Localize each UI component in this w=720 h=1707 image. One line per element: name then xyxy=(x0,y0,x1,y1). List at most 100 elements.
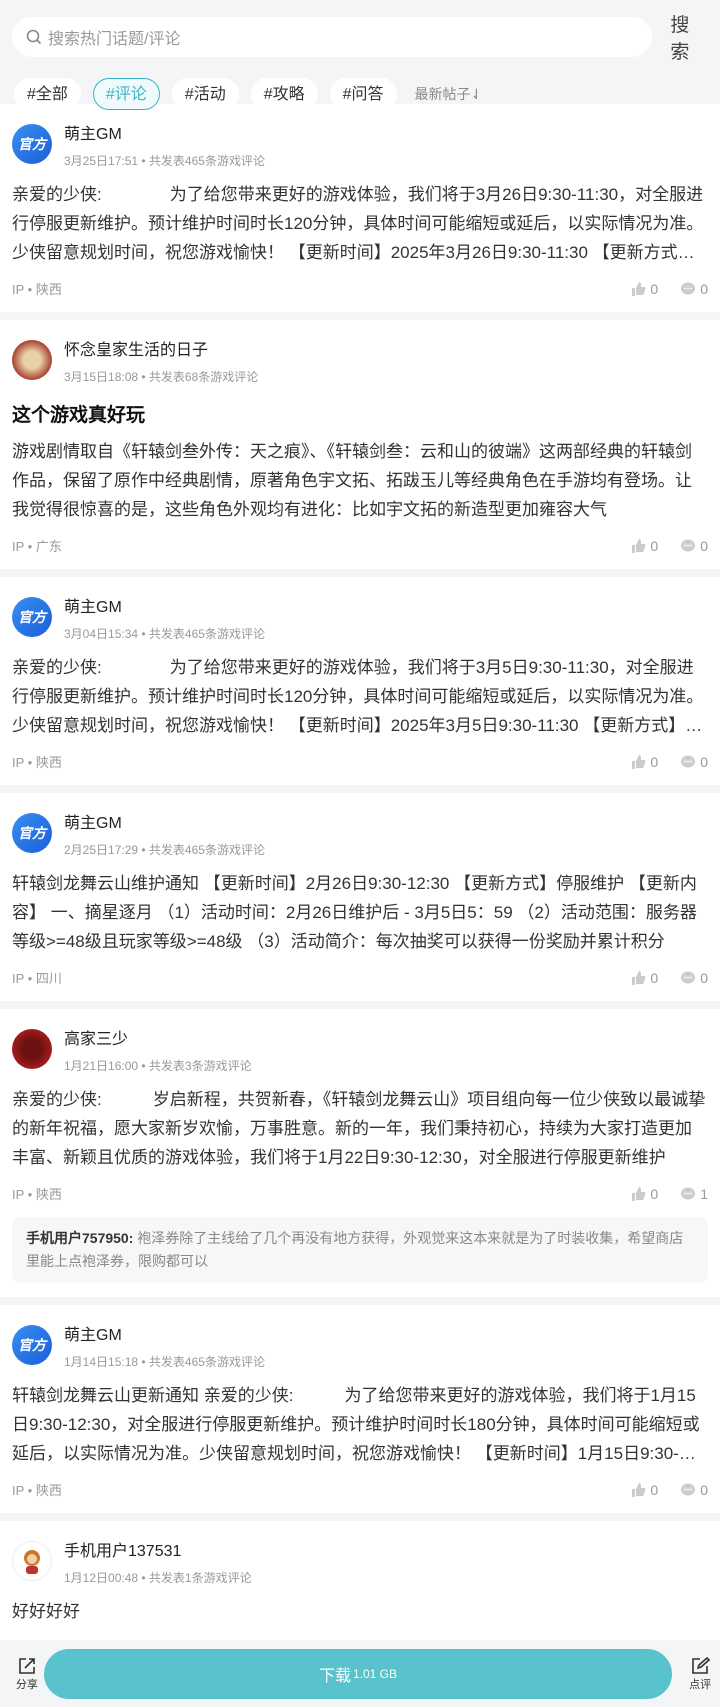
like-button[interactable]: 0 xyxy=(630,754,658,770)
comment-count: 0 xyxy=(700,537,708,554)
tag-qa[interactable]: #问答 xyxy=(329,78,397,110)
edit-icon xyxy=(692,1656,711,1674)
comment-button[interactable]: 0 xyxy=(680,970,708,986)
thumbs-up-icon xyxy=(632,1482,646,1497)
review-button[interactable]: 点评 xyxy=(680,1656,720,1692)
post-meta: 3月04日15:34 • 共发表465条游戏评论 xyxy=(64,626,265,641)
post-content[interactable]: 亲爱的少侠: 为了给您带来更好的游戏体验，我们将于3月5日9:30-11:30，… xyxy=(12,653,708,740)
ip-location: IP • 陕西 xyxy=(12,755,62,770)
search-placeholder: 搜索热门话题/评论 xyxy=(48,31,181,48)
tag-all[interactable]: #全部 xyxy=(14,78,81,110)
search-row: 搜索热门话题/评论 搜索 xyxy=(12,10,708,64)
tag-review[interactable]: #评论 xyxy=(92,78,160,110)
post-feed: 官方 萌主GM 3月25日17:51 • 共发表465条游戏评论 亲爱的少侠: … xyxy=(0,104,720,1640)
search-button[interactable]: 搜索 xyxy=(670,10,708,64)
post-card[interactable]: 官方 萌主GM 1月14日15:18 • 共发表465条游戏评论 轩辕剑龙舞云山… xyxy=(0,1305,720,1513)
author-name[interactable]: 萌主GM xyxy=(64,593,265,617)
post-footer: IP • 陕西 0 0 xyxy=(12,752,708,771)
avatar[interactable]: 官方 xyxy=(12,124,52,164)
comment-count: 0 xyxy=(700,280,708,297)
post-card[interactable]: 手机用户137531 1月12日00:48 • 共发表1条游戏评论 好好好好 xyxy=(0,1521,720,1640)
post-author: 官方 萌主GM 3月25日17:51 • 共发表465条游戏评论 xyxy=(12,118,708,170)
post-meta: 1月14日15:18 • 共发表465条游戏评论 xyxy=(64,1354,265,1369)
thumbs-up-icon xyxy=(632,1186,646,1201)
comment-count: 0 xyxy=(700,969,708,986)
post-content[interactable]: 亲爱的少侠: 岁启新程，共贺新春，《轩辕剑龙舞云山》项目组向每一位少侠致以最诚挚… xyxy=(12,1085,708,1172)
like-button[interactable]: 0 xyxy=(630,1482,658,1498)
post-footer: IP • 广东 0 0 xyxy=(12,536,708,555)
post-author: 怀念皇家生活的日子 3月15日18:08 • 共发表68条游戏评论 xyxy=(12,334,708,386)
comment-button[interactable]: 0 xyxy=(680,281,708,297)
comment-button[interactable]: 0 xyxy=(680,754,708,770)
comment-count: 1 xyxy=(700,1185,708,1202)
author-name[interactable]: 萌主GM xyxy=(64,120,265,144)
monkey-avatar-icon xyxy=(24,1550,40,1574)
post-footer: IP • 陕西 0 0 xyxy=(12,279,708,298)
post-content[interactable]: 轩辕剑龙舞云山更新通知 亲爱的少侠: 为了给您带来更好的游戏体验，我们将于1月1… xyxy=(12,1381,708,1468)
comment-icon xyxy=(681,971,696,983)
post-content[interactable]: 游戏剧情取自《轩辕剑叁外传：天之痕》、《轩辕剑叁：云和山的彼端》这两部经典的轩辕… xyxy=(12,437,708,524)
post-card[interactable]: 官方 萌主GM 3月25日17:51 • 共发表465条游戏评论 亲爱的少侠: … xyxy=(0,104,720,312)
author-name[interactable]: 手机用户137531 xyxy=(64,1537,252,1561)
post-footer: IP • 四川 0 0 xyxy=(12,968,708,987)
post-author: 官方 萌主GM 3月04日15:34 • 共发表465条游戏评论 xyxy=(12,591,708,643)
like-count: 0 xyxy=(650,969,659,986)
post-card[interactable]: 官方 萌主GM 2月25日17:29 • 共发表465条游戏评论 轩辕剑龙舞云山… xyxy=(0,793,720,1001)
comment-icon xyxy=(681,1187,696,1199)
post-content[interactable]: 亲爱的少侠: 为了给您带来更好的游戏体验，我们将于3月26日9:30-11:30… xyxy=(12,180,708,267)
avatar[interactable]: 官方 xyxy=(12,1325,52,1365)
tag-bar: #全部 #评论 #活动 #攻略 #问答 最新帖子⇃ xyxy=(12,78,708,110)
post-author: 高家三少 1月21日16:00 • 共发表3条游戏评论 xyxy=(12,1023,708,1075)
like-count: 0 xyxy=(650,1185,659,1202)
like-button[interactable]: 0 xyxy=(630,970,658,986)
post-content[interactable]: 好好好好 xyxy=(12,1597,708,1626)
search-input[interactable]: 搜索热门话题/评论 xyxy=(12,17,653,57)
post-card[interactable]: 高家三少 1月21日16:00 • 共发表3条游戏评论 亲爱的少侠: 岁启新程，… xyxy=(0,1009,720,1297)
like-count: 0 xyxy=(650,753,659,770)
ip-location: IP • 陕西 xyxy=(12,1483,62,1498)
download-button[interactable]: 下载 1.01 GB xyxy=(43,1649,673,1699)
post-content[interactable]: 轩辕剑龙舞云山维护通知 【更新时间】2月26日9:30-12:30 【更新方式】… xyxy=(12,869,708,956)
comment-preview[interactable]: 手机用户757950: 袍泽券除了主线给了几个再没有地方获得，外观觉来这本来就是… xyxy=(12,1217,708,1283)
comment-button[interactable]: 1 xyxy=(680,1186,708,1202)
post-meta: 3月25日17:51 • 共发表465条游戏评论 xyxy=(64,153,265,168)
download-size: 1.01 GB xyxy=(352,1667,397,1681)
header: 搜索热门话题/评论 搜索 #全部 #评论 #活动 #攻略 #问答 最新帖子⇃ xyxy=(0,0,720,110)
post-meta: 1月21日16:00 • 共发表3条游戏评论 xyxy=(64,1058,252,1073)
post-footer: IP • 陕西 0 1 xyxy=(12,1184,708,1203)
like-count: 0 xyxy=(650,280,659,297)
avatar[interactable] xyxy=(12,1541,52,1581)
like-count: 0 xyxy=(650,537,659,554)
tag-event[interactable]: #活动 xyxy=(171,78,239,110)
comment-button[interactable]: 0 xyxy=(680,538,708,554)
comment-icon xyxy=(681,539,696,551)
bottom-bar: 分享 下载 1.01 GB 点评 xyxy=(0,1641,720,1707)
post-footer: IP • 陕西 0 0 xyxy=(12,1480,708,1499)
author-name[interactable]: 怀念皇家生活的日子 xyxy=(64,336,258,360)
comment-icon xyxy=(681,755,696,767)
thumbs-up-icon xyxy=(632,754,646,769)
post-card[interactable]: 怀念皇家生活的日子 3月15日18:08 • 共发表68条游戏评论 这个游戏真好… xyxy=(0,320,720,569)
avatar[interactable] xyxy=(12,340,52,380)
avatar[interactable] xyxy=(12,1029,52,1069)
review-label: 点评 xyxy=(689,1679,712,1691)
thumbs-up-icon xyxy=(632,970,646,985)
comment-count: 0 xyxy=(700,753,708,770)
post-title[interactable]: 这个游戏真好玩 xyxy=(12,400,708,427)
like-button[interactable]: 0 xyxy=(630,281,658,297)
author-name[interactable]: 萌主GM xyxy=(64,1321,265,1345)
avatar[interactable]: 官方 xyxy=(12,597,52,637)
sort-dropdown[interactable]: 最新帖子⇃ xyxy=(415,84,483,104)
post-author: 官方 萌主GM 1月14日15:18 • 共发表465条游戏评论 xyxy=(12,1319,708,1371)
author-name[interactable]: 高家三少 xyxy=(64,1025,252,1049)
avatar[interactable]: 官方 xyxy=(12,813,52,853)
like-button[interactable]: 0 xyxy=(630,538,658,554)
like-button[interactable]: 0 xyxy=(630,1186,658,1202)
post-card[interactable]: 官方 萌主GM 3月04日15:34 • 共发表465条游戏评论 亲爱的少侠: … xyxy=(0,577,720,785)
comment-button[interactable]: 0 xyxy=(680,1482,708,1498)
author-name[interactable]: 萌主GM xyxy=(64,809,265,833)
ip-location: IP • 陕西 xyxy=(12,1187,62,1202)
tag-guide[interactable]: #攻略 xyxy=(250,78,318,110)
share-icon xyxy=(19,1658,35,1674)
ip-location: IP • 四川 xyxy=(12,971,62,986)
